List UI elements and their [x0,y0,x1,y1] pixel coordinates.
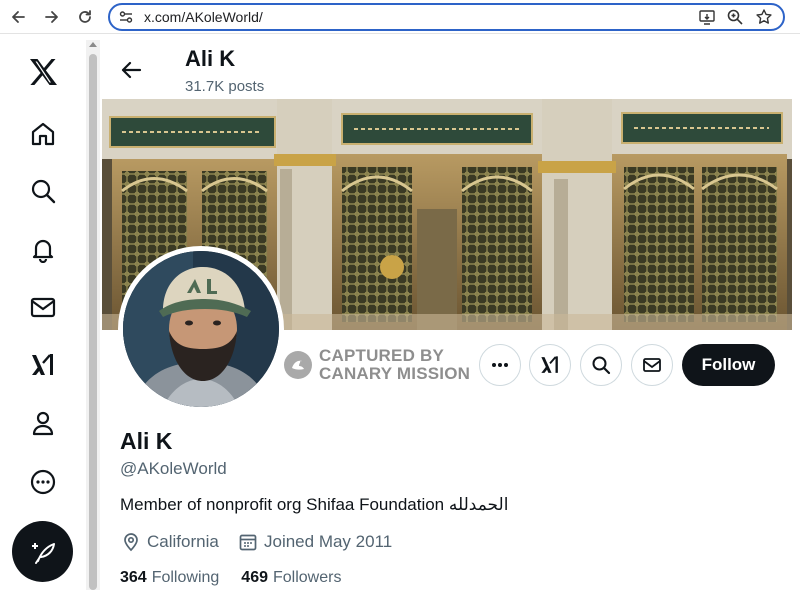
search-icon [592,356,611,375]
followers-link[interactable]: 469 Followers [241,569,341,587]
home-icon[interactable] [22,113,64,155]
browser-toolbar: x.com/AKoleWorld/ [0,0,800,34]
profile-name: Ali K [120,428,173,454]
back-button[interactable] [116,56,146,84]
back-arrow-icon[interactable] [6,5,30,29]
profile-icon[interactable] [22,402,64,444]
following-label: Following [151,569,220,586]
left-navigation [0,35,86,590]
more-options-button[interactable] [479,344,521,386]
mail-icon [643,358,661,372]
scroll-up-arrow[interactable] [89,42,97,47]
message-button[interactable] [631,344,673,386]
scroll-thumb[interactable] [89,54,97,590]
x-logo-icon[interactable] [22,51,64,93]
profile-bio: Member of nonprofit org Shifaa Foundatio… [120,495,509,514]
following-link[interactable]: 364 Following [120,569,219,587]
bookmark-star-icon[interactable] [755,8,773,26]
grok-button[interactable] [529,344,571,386]
site-settings-icon[interactable] [118,9,134,25]
search-profile-button[interactable] [580,344,622,386]
profile-joined: Joined May 2011 [238,532,392,552]
install-app-icon[interactable] [698,8,716,26]
compose-post-button[interactable] [12,521,73,582]
avatar[interactable] [118,246,284,412]
reload-icon[interactable] [73,5,97,29]
url-text[interactable]: x.com/AKoleWorld/ [144,9,263,25]
forward-arrow-icon[interactable] [40,5,64,29]
following-count: 364 [120,569,147,586]
canary-mission-logo-icon [284,351,312,379]
joined-text: Joined May 2011 [264,532,393,551]
captured-line-2: CANARY MISSION [319,364,471,383]
location-text: California [147,532,219,551]
header-name: Ali K [185,46,236,71]
captured-line-1: CAPTURED BY [319,346,444,365]
followers-count: 469 [241,569,268,586]
compose-post-icon [31,542,55,564]
location-pin-icon [124,533,138,552]
address-bar[interactable]: x.com/AKoleWorld/ [108,3,785,31]
profile-location: California [121,532,219,552]
calendar-icon [239,534,257,551]
more-icon[interactable] [22,461,64,503]
followers-label: Followers [273,569,342,586]
bell-icon[interactable] [22,228,64,270]
scrollbar[interactable] [86,40,100,590]
more-dots-icon [492,363,508,367]
zoom-icon[interactable] [726,8,744,26]
header-post-count: 31.7K posts [185,78,265,95]
search-icon[interactable] [22,170,64,212]
back-arrow-icon [121,61,142,79]
grok-icon [541,356,558,373]
grok-icon[interactable] [22,344,64,386]
follow-counts: 364 Following 469 Followers [120,569,363,587]
captured-by-watermark: CAPTURED BY CANARY MISSION [284,346,470,384]
mail-icon[interactable] [22,286,64,328]
follow-button[interactable]: Follow [682,344,775,386]
profile-handle: @AKoleWorld [120,459,227,478]
